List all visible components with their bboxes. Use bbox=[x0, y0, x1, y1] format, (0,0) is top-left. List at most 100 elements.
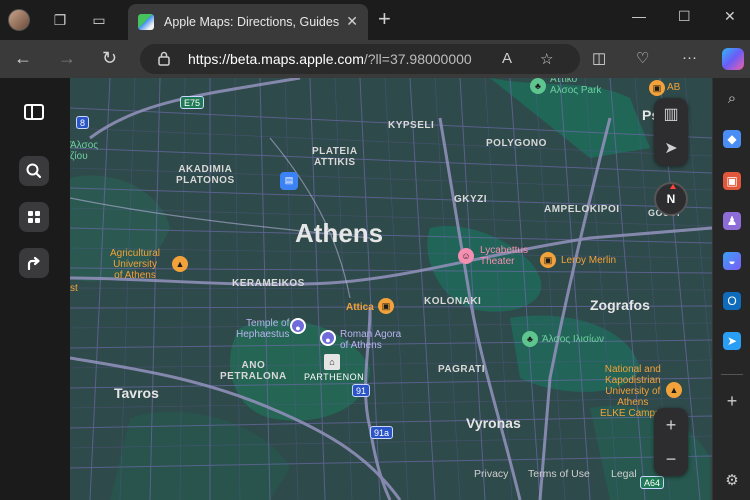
legal-link[interactable]: Legal bbox=[611, 468, 637, 480]
shield-e75: E75 bbox=[180, 96, 205, 109]
browser-window: ❐ ▭ Apple Maps: Directions, Guides & Tra… bbox=[0, 0, 750, 500]
telegram-icon[interactable]: ➤ bbox=[723, 332, 741, 350]
transit-station-icon[interactable]: ▤ bbox=[280, 172, 298, 190]
theater-pin-icon[interactable]: ☺ bbox=[458, 248, 474, 264]
label-kypseli: KYPSELI bbox=[388, 120, 435, 131]
park-pin-icon[interactable]: ♣ bbox=[530, 78, 546, 94]
landmark-pin-icon[interactable]: ● bbox=[290, 318, 306, 334]
tab-strip: ❐ ▭ Apple Maps: Directions, Guides & Tra… bbox=[0, 0, 750, 40]
games-icon[interactable]: ♟ bbox=[723, 212, 741, 230]
close-window-button[interactable]: ✕ bbox=[724, 8, 736, 25]
poi-temple-of-hephaestus[interactable]: Temple of Hephaestus bbox=[236, 318, 289, 340]
sidebar-toggle-icon[interactable] bbox=[24, 104, 44, 120]
maximize-button[interactable]: ☐ bbox=[678, 8, 691, 25]
microsoft-365-icon[interactable]: ◒ bbox=[723, 252, 741, 270]
parthenon-icon[interactable]: ⌂ bbox=[324, 354, 340, 370]
label-pagrati: PAGRATI bbox=[438, 364, 486, 375]
label-ampelokipoi: AMPELOKIPOI bbox=[544, 204, 620, 215]
poi-leroy-merlin[interactable]: Leroy Merlin bbox=[561, 255, 616, 266]
gear-icon[interactable]: ⚙ bbox=[723, 472, 741, 490]
shield-91a: 91a bbox=[370, 426, 394, 439]
edge-divider bbox=[721, 374, 743, 375]
minimize-button[interactable]: — bbox=[632, 8, 646, 24]
address-bar[interactable]: https://beta.maps.apple.com/?ll=37.98000… bbox=[140, 44, 580, 74]
refresh-button[interactable]: ↻ bbox=[102, 48, 117, 68]
map-canvas[interactable]: KYPSELI PLATEIA ATTIKIS POLYGONO AKADIMI… bbox=[70, 78, 712, 500]
label-kerameikos: KERAMEIKOS bbox=[232, 278, 305, 289]
map-layers-icon[interactable]: ▥ bbox=[654, 98, 688, 132]
directions-button[interactable] bbox=[19, 248, 49, 278]
current-location-icon[interactable]: ➤ bbox=[654, 132, 688, 166]
city-label: Athens bbox=[295, 218, 384, 248]
poi-ab[interactable]: AB bbox=[667, 82, 680, 93]
back-button[interactable]: ← bbox=[14, 48, 32, 68]
outlook-icon[interactable]: O bbox=[723, 292, 741, 310]
poi-alsos-ilision[interactable]: Άλσος Ιλισίων bbox=[542, 334, 604, 345]
forward-button[interactable]: → bbox=[58, 48, 76, 68]
poi-roman-agora[interactable]: Roman Agora of Athens bbox=[340, 329, 401, 351]
url-path: /?ll=37.98000000 bbox=[363, 51, 472, 67]
poi-east-edge[interactable]: st bbox=[70, 283, 78, 294]
search-icon bbox=[26, 163, 42, 179]
add-icon[interactable]: + bbox=[723, 392, 741, 410]
url-domain: https://beta.maps.apple.com bbox=[188, 51, 364, 67]
guides-icon bbox=[28, 211, 40, 223]
poi-agricultural-university[interactable]: Agricultural University of Athens bbox=[110, 248, 160, 281]
lock-icon[interactable] bbox=[158, 51, 170, 66]
poi-attica[interactable]: Attica bbox=[346, 302, 374, 313]
poi-west-park[interactable]: Άλσος ζίου bbox=[70, 140, 98, 162]
directions-icon bbox=[27, 256, 40, 271]
split-screen-icon[interactable]: ◫ bbox=[592, 49, 606, 67]
tab-close-icon[interactable]: ✕ bbox=[346, 13, 358, 30]
browser-essentials-icon[interactable]: ♡ bbox=[636, 49, 649, 67]
label-tavros: Tavros bbox=[114, 385, 159, 401]
maps-sidebar bbox=[0, 78, 70, 500]
zoom-out-button[interactable]: − bbox=[654, 442, 688, 476]
tab-actions-icon[interactable]: ▭ bbox=[89, 10, 109, 30]
profile-avatar[interactable] bbox=[8, 9, 30, 31]
university-pin-icon[interactable]: ▲ bbox=[172, 256, 188, 272]
label-ano-petralona: ANO PETRALONA bbox=[220, 360, 287, 382]
park-pin-icon-2[interactable]: ♣ bbox=[522, 331, 538, 347]
settings-more-icon[interactable]: ··· bbox=[682, 49, 697, 66]
favorite-star-icon[interactable]: ☆ bbox=[540, 50, 553, 68]
guides-button[interactable] bbox=[19, 202, 49, 232]
label-kolonaki: KOLONAKI bbox=[424, 296, 482, 307]
shopping-tag-icon[interactable]: ◆ bbox=[723, 130, 741, 148]
apple-maps-favicon-icon bbox=[138, 14, 154, 30]
privacy-link[interactable]: Privacy bbox=[474, 468, 508, 480]
label-gkyzi: GKYZI bbox=[454, 194, 488, 205]
new-tab-button[interactable]: + bbox=[378, 8, 391, 30]
shopping-pin-icon[interactable]: ▣ bbox=[378, 298, 394, 314]
tab-title: Apple Maps: Directions, Guides & Traffic bbox=[164, 15, 340, 29]
search-button[interactable] bbox=[19, 156, 49, 186]
tab-apple-maps[interactable]: Apple Maps: Directions, Guides & Traffic… bbox=[128, 4, 368, 40]
store-pin-icon[interactable]: ▣ bbox=[540, 252, 556, 268]
search-icon[interactable]: ⌕ bbox=[723, 90, 741, 108]
label-parthenon: PARTHENON bbox=[304, 372, 365, 382]
tools-briefcase-icon[interactable]: ▣ bbox=[723, 172, 741, 190]
university-pin-icon-2[interactable]: ▲ bbox=[666, 382, 682, 398]
shield-91: 91 bbox=[352, 384, 371, 397]
zoom-controls: + − bbox=[654, 408, 688, 476]
label-zografos: Zografos bbox=[590, 297, 650, 313]
zoom-in-button[interactable]: + bbox=[654, 408, 688, 442]
edge-sidebar: ⌕ ◆ ▣ ♟ ◒ O ➤ + ⚙ bbox=[712, 78, 750, 500]
map-mode-controls: ▥ ➤ bbox=[654, 98, 688, 166]
label-plateia-attikis: PLATEIA ATTIKIS bbox=[312, 146, 358, 168]
terms-link[interactable]: Terms of Use bbox=[528, 468, 590, 480]
url-text[interactable]: https://beta.maps.apple.com/?ll=37.98000… bbox=[188, 51, 488, 67]
shop-pin-icon[interactable]: ▣ bbox=[649, 80, 665, 96]
workspaces-icon[interactable]: ❐ bbox=[50, 10, 70, 30]
label-polygono: POLYGONO bbox=[486, 138, 547, 149]
poi-lycabettus-theater[interactable]: Lycabettus Theater bbox=[480, 245, 528, 267]
copilot-icon[interactable] bbox=[722, 48, 744, 70]
read-aloud-icon[interactable]: A bbox=[502, 50, 512, 67]
compass-icon[interactable]: N bbox=[654, 182, 688, 216]
label-akadimia-platonos: AKADIMIA PLATONOS bbox=[176, 164, 235, 186]
poi-attiko-alsos[interactable]: Αττικό Αλσος Park bbox=[550, 78, 601, 96]
label-vyronas: Vyronas bbox=[466, 415, 521, 431]
shield-a64: A64 bbox=[640, 476, 665, 489]
landmark-pin-icon-2[interactable]: ● bbox=[320, 330, 336, 346]
shield-8: 8 bbox=[76, 116, 90, 129]
